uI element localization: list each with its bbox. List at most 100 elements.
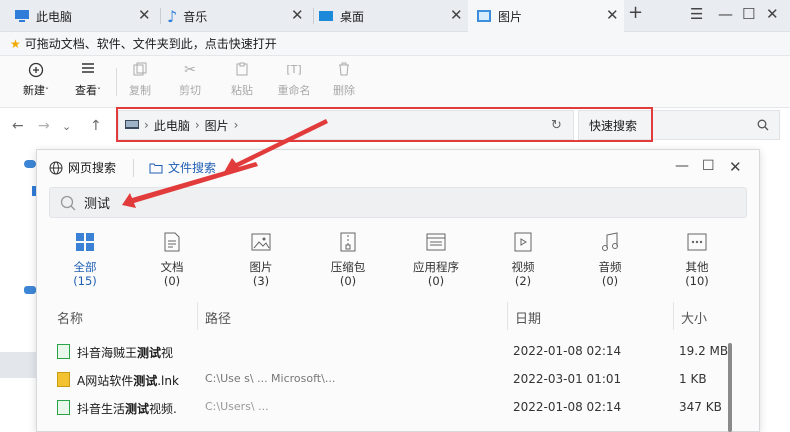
category-label: 文档 — [160, 260, 184, 274]
tab-pictures[interactable]: 图片 ✕ — [468, 0, 624, 32]
up-arrow-icon[interactable]: ↑ — [90, 118, 102, 134]
column-header-path[interactable]: 路径 — [205, 308, 231, 327]
category-audio[interactable]: 音频 (0) — [580, 232, 640, 288]
category-label: 图片 — [249, 260, 273, 274]
recent-chevron-icon[interactable]: ⌄ — [62, 120, 71, 133]
scrollbar[interactable] — [728, 343, 732, 432]
menu-icon[interactable]: ☰ — [690, 5, 703, 23]
view-label: 查看 — [75, 84, 97, 97]
close-tab-icon[interactable]: ✕ — [291, 6, 304, 24]
paste-button[interactable]: 粘贴 — [222, 62, 262, 98]
file-date: 2022-03-01 01:01 — [513, 372, 622, 386]
column-header-date[interactable]: 日期 — [515, 308, 541, 327]
cut-button[interactable]: ✂ 剪切 — [170, 62, 210, 98]
category-label: 压缩包 — [330, 260, 366, 274]
category-label: 其他 — [685, 260, 709, 274]
close-tab-icon[interactable]: ✕ — [606, 6, 619, 24]
close-window-button[interactable]: ✕ — [766, 5, 779, 23]
navigation-pane — [0, 146, 38, 432]
desktop-icon — [319, 11, 333, 21]
search-icon[interactable] — [757, 119, 769, 131]
category-count: (0) — [163, 274, 181, 288]
file-date: 2022-01-08 02:14 — [513, 400, 622, 414]
cut-label: 剪切 — [179, 84, 201, 97]
document-icon — [164, 232, 180, 252]
file-size: 1 KB — [679, 372, 707, 386]
tab-label: 网页搜索 — [68, 161, 117, 175]
nav-item-selected[interactable] — [0, 352, 36, 378]
search-input[interactable]: 测试 — [49, 187, 747, 218]
tab-bar: 此电脑 ✕ ♪ 音乐 ✕ 桌面 ✕ 图片 ✕ + ☰ — ☐ ✕ — [0, 0, 790, 32]
rename-button[interactable]: [T] 重命名 — [272, 62, 316, 98]
tab-label: 此电脑 — [36, 9, 73, 24]
copy-button[interactable]: 复制 — [120, 62, 160, 98]
paste-label: 粘贴 — [231, 84, 253, 97]
category-count: (0) — [427, 274, 445, 288]
maximize-button[interactable]: ☐ — [702, 158, 715, 174]
tab-label: 音乐 — [183, 9, 208, 24]
file-size: 347 KB — [679, 400, 722, 414]
tip-bar: ★ 可拖动文档、软件、文件夹到此，点击快速打开 — [0, 32, 790, 56]
paste-icon — [222, 62, 262, 78]
table-row[interactable]: A网站软件测试.lnk C:\Use s\ ... Microsoft\... … — [37, 366, 761, 394]
column-header-size[interactable]: 大小 — [681, 308, 707, 327]
search-icon — [60, 195, 76, 210]
star-icon: ★ — [10, 36, 21, 51]
category-label: 视频 — [511, 260, 535, 274]
tab-music[interactable]: ♪ 音乐 ✕ — [161, 0, 313, 32]
new-button[interactable]: 新建ˇ — [16, 62, 56, 98]
archive-icon — [340, 232, 356, 252]
table-row[interactable]: 抖音海贼王测试视 2022-01-08 02:14 19.2 MB — [37, 338, 761, 366]
new-icon — [16, 62, 56, 78]
category-document[interactable]: 文档 (0) — [142, 232, 202, 288]
close-tab-icon[interactable]: ✕ — [450, 6, 463, 24]
back-arrow-icon[interactable]: ← — [12, 118, 24, 134]
computer-icon — [15, 10, 29, 22]
tab-label: 图片 — [498, 9, 523, 24]
other-icon — [687, 233, 707, 251]
category-other[interactable]: 其他 (10) — [667, 232, 727, 288]
ribbon-toolbar: 新建ˇ 查看ˇ 复制 ✂ 剪切 粘贴 [T] 重命名 删除 — [0, 56, 790, 108]
file-name: 抖音生活测试视频. — [77, 402, 177, 416]
category-label: 应用程序 — [413, 260, 459, 274]
category-count: (2) — [514, 274, 532, 288]
music-icon: ♪ — [167, 6, 178, 26]
forward-arrow-icon[interactable]: → — [38, 118, 50, 134]
category-count: (10) — [685, 274, 709, 288]
tab-file-search[interactable]: 文件搜索 — [149, 159, 216, 176]
category-count: (15) — [73, 274, 97, 288]
tab-web-search[interactable]: 网页搜索 — [49, 159, 116, 176]
category-image[interactable]: 图片 (3) — [231, 232, 291, 288]
table-row[interactable]: 抖音生活测试视频. C:\Users\ ... 2022-01-08 02:14… — [37, 394, 761, 422]
category-count: (0) — [601, 274, 619, 288]
delete-button[interactable]: 删除 — [324, 62, 364, 98]
category-application[interactable]: 应用程序 (0) — [406, 232, 466, 288]
category-video[interactable]: 视频 (2) — [493, 232, 553, 288]
annotation-highlight-box — [116, 107, 653, 142]
globe-icon — [49, 161, 63, 174]
search-popup: 网页搜索 文件搜索 — ☐ ✕ 测试 全部 (15) 文档 (0) 图片 (3)… — [36, 149, 760, 432]
category-archive[interactable]: 压缩包 (0) — [318, 232, 378, 288]
tip-text: 可拖动文档、软件、文件夹到此，点击快速打开 — [24, 37, 277, 51]
nav-item-icon[interactable] — [24, 286, 36, 294]
new-label: 新建 — [23, 84, 45, 97]
tab-desktop[interactable]: 桌面 ✕ — [314, 0, 468, 32]
file-name: A网站软件测试.lnk — [77, 374, 179, 388]
minimize-button[interactable]: — — [718, 5, 733, 23]
minimize-button[interactable]: — — [675, 158, 689, 174]
tab-label: 桌面 — [340, 9, 365, 24]
close-tab-icon[interactable]: ✕ — [138, 6, 151, 24]
onedrive-icon[interactable] — [24, 160, 36, 168]
category-count: (0) — [339, 274, 357, 288]
view-button[interactable]: 查看ˇ — [68, 62, 108, 98]
column-header-name[interactable]: 名称 — [57, 308, 83, 327]
video-icon — [514, 232, 532, 252]
tab-label: 文件搜索 — [168, 161, 217, 175]
category-all[interactable]: 全部 (15) — [55, 232, 115, 288]
category-label: 音频 — [598, 260, 622, 274]
maximize-button[interactable]: ☐ — [742, 5, 755, 23]
new-tab-button[interactable]: + — [628, 2, 643, 23]
tab-this-pc[interactable]: 此电脑 ✕ — [0, 0, 160, 32]
video-file-icon — [57, 400, 70, 415]
close-button[interactable]: ✕ — [729, 158, 742, 176]
